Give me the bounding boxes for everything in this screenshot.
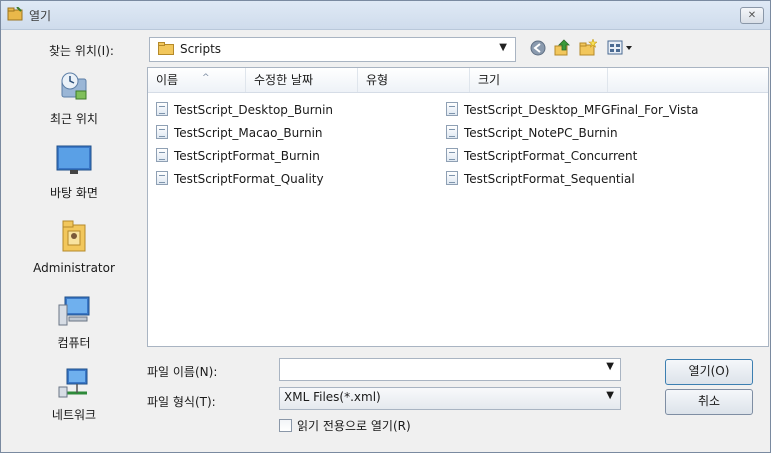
file-item[interactable]: TestScriptFormat_Sequential	[446, 169, 635, 189]
place-recent[interactable]: 최근 위치	[7, 67, 141, 131]
file-name: TestScript_NotePC_Burnin	[464, 126, 618, 140]
place-network[interactable]: 네트워크	[7, 363, 141, 427]
file-item[interactable]: TestScript_NotePC_Burnin	[446, 123, 618, 143]
place-label: 컴퓨터	[57, 336, 91, 350]
look-in-value: Scripts	[180, 42, 222, 56]
column-name[interactable]: 이름 ^	[148, 68, 246, 92]
file-type-label: 파일 형식(T):	[147, 395, 216, 409]
back-icon[interactable]	[529, 39, 547, 57]
xml-file-icon	[156, 125, 168, 139]
file-name: TestScript_Desktop_MFGFinal_For_Vista	[464, 103, 699, 117]
desktop-icon	[56, 145, 92, 174]
xml-file-icon	[156, 171, 168, 185]
xml-file-icon	[156, 102, 168, 116]
title-bar: 열기 ✕	[1, 1, 770, 30]
chevron-down-icon: ▼	[499, 42, 507, 53]
place-label: Administrator	[33, 261, 115, 275]
column-name-label: 이름	[156, 73, 179, 87]
places-bar: 최근 위치 바탕 화면 Administrator 컴퓨터 네트워크	[7, 67, 141, 452]
place-label: 최근 위치	[50, 112, 98, 126]
folder-icon	[158, 42, 174, 55]
file-name: TestScriptFormat_Sequential	[464, 172, 635, 186]
checkbox-box[interactable]	[279, 419, 292, 432]
file-type-value: XML Files(*.xml)	[284, 390, 381, 404]
file-item[interactable]: TestScript_Desktop_MFGFinal_For_Vista	[446, 100, 698, 120]
place-desktop[interactable]: 바탕 화면	[7, 141, 141, 205]
place-computer[interactable]: 컴퓨터	[7, 291, 141, 355]
file-list[interactable]: 이름 ^ 수정한 날짜 유형 크기 TestScript_Desktop_Bur…	[147, 67, 769, 347]
file-name: TestScript_Macao_Burnin	[174, 126, 323, 140]
open-dialog: 열기 ✕ 찾는 위치(I): Scripts ▼ 최근 위치 바탕 화면 Adm…	[0, 0, 771, 453]
look-in-dropdown[interactable]: Scripts ▼	[149, 37, 516, 62]
file-item[interactable]: TestScript_Desktop_Burnin	[156, 100, 333, 120]
open-button[interactable]: 열기(O)	[665, 359, 753, 385]
network-icon	[58, 368, 88, 398]
xml-file-icon	[446, 148, 458, 162]
place-label: 바탕 화면	[50, 186, 98, 200]
xml-file-icon	[446, 102, 458, 116]
file-name: TestScript_Desktop_Burnin	[174, 103, 334, 117]
column-date-modified[interactable]: 수정한 날짜	[246, 68, 358, 92]
new-folder-icon[interactable]	[579, 39, 597, 57]
file-name: TestScriptFormat_Concurrent	[464, 149, 638, 163]
file-item[interactable]: TestScript_Macao_Burnin	[156, 123, 323, 143]
xml-file-icon	[156, 148, 168, 162]
file-name: TestScriptFormat_Burnin	[174, 149, 320, 163]
file-name: TestScriptFormat_Quality	[174, 172, 324, 186]
chevron-down-icon[interactable]: ▼	[606, 361, 614, 372]
user-folder-icon	[62, 220, 86, 252]
sort-arrow-icon: ^	[202, 73, 210, 83]
file-name-label: 파일 이름(N):	[147, 365, 218, 379]
place-label: 네트워크	[51, 408, 97, 422]
file-item[interactable]: TestScriptFormat_Concurrent	[446, 146, 637, 166]
chevron-down-icon: ▼	[606, 390, 614, 401]
view-menu-icon[interactable]	[607, 39, 635, 57]
look-in-label: 찾는 위치(I):	[49, 44, 114, 58]
computer-icon	[58, 296, 90, 326]
column-header: 이름 ^ 수정한 날짜 유형 크기	[148, 68, 768, 93]
file-item[interactable]: TestScriptFormat_Burnin	[156, 146, 320, 166]
file-type-select[interactable]: XML Files(*.xml) ▼	[279, 387, 621, 410]
cancel-button[interactable]: 취소	[665, 389, 753, 415]
place-administrator[interactable]: Administrator	[7, 215, 141, 279]
close-button[interactable]: ✕	[740, 7, 764, 24]
app-icon	[7, 7, 23, 21]
column-size[interactable]: 크기	[470, 68, 608, 92]
file-item[interactable]: TestScriptFormat_Quality	[156, 169, 324, 189]
window-title: 열기	[29, 9, 52, 23]
xml-file-icon	[446, 125, 458, 139]
up-folder-icon[interactable]	[553, 39, 571, 57]
open-readonly-label: 읽기 전용으로 열기(R)	[297, 419, 411, 433]
recent-places-icon	[61, 72, 87, 100]
file-name-input[interactable]: ▼	[279, 358, 621, 381]
xml-file-icon	[446, 171, 458, 185]
column-type[interactable]: 유형	[358, 68, 470, 92]
